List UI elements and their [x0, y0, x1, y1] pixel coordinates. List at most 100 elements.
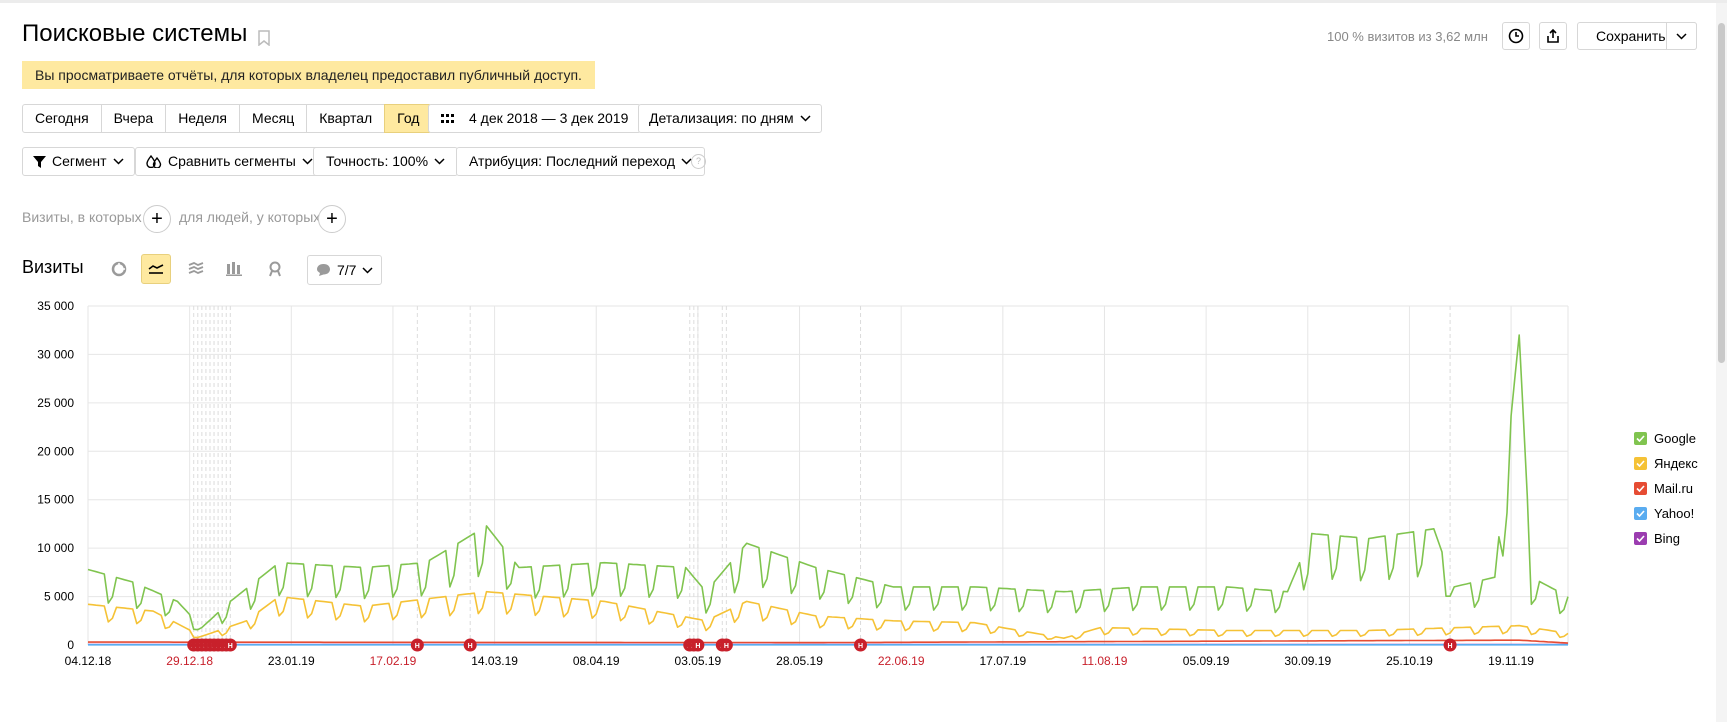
scrollbar-thumb[interactable] [1718, 23, 1725, 363]
holiday-marker-letter: H [1448, 643, 1453, 650]
chevron-down-icon [302, 158, 313, 165]
x-tick-label: 28.05.19 [776, 654, 823, 668]
segment-label: Сегмент [52, 153, 107, 169]
period-today[interactable]: Сегодня [22, 104, 102, 133]
accuracy-dropdown[interactable]: Точность: 100% [313, 147, 459, 176]
save-options-button[interactable] [1666, 22, 1697, 50]
people-condition-label: для людей, у которых [179, 209, 321, 225]
legend-label: Mail.ru [1654, 481, 1694, 496]
x-tick-label: 03.05.19 [675, 654, 722, 668]
period-week[interactable]: Неделя [165, 104, 241, 133]
y-tick-label: 30 000 [37, 347, 74, 361]
holiday-marker-letter: H [724, 643, 729, 650]
attribution-dropdown[interactable]: Атрибуция: Последний переход [456, 147, 706, 176]
share-button[interactable] [1539, 22, 1567, 50]
segment-dropdown[interactable]: Сегмент [22, 147, 135, 176]
line-chart-button[interactable] [141, 254, 171, 284]
x-tick-label: 11.08.19 [1082, 654, 1128, 668]
checkbox-icon [1634, 482, 1647, 495]
period-yesterday[interactable]: Вчера [100, 104, 167, 133]
x-tick-label: 30.09.19 [1284, 654, 1331, 668]
calendar-grid-icon [441, 113, 454, 123]
visits-line-chart: 35 000 30 000 25 000 20 000 15 000 10 000 5 00… [37, 299, 1569, 668]
plus-icon: + [151, 207, 163, 230]
bar-chart-icon [226, 262, 242, 276]
x-tick-label: 14.03.19 [471, 654, 518, 668]
accuracy-label: Точность: 100% [326, 153, 429, 169]
x-tick-label: 23.01.19 [268, 654, 315, 668]
legend-item-yahoo[interactable]: Yahoo! [1634, 501, 1698, 526]
holiday-marker-letter: H [858, 643, 863, 650]
series-line-mailru [88, 639, 1569, 644]
chevron-down-icon [113, 158, 124, 165]
annotations-dropdown[interactable]: 7/7 [307, 255, 383, 285]
y-tick-label: 0 [67, 638, 74, 652]
legend-label: Bing [1654, 531, 1681, 546]
legend-label: Yahoo! [1654, 506, 1695, 521]
help-icon[interactable]: ? [691, 154, 706, 169]
history-button[interactable] [1502, 22, 1530, 50]
chevron-down-icon [362, 266, 373, 274]
map-icon [269, 261, 281, 277]
detail-dropdown[interactable]: Детализация: по дням [638, 104, 822, 133]
y-tick-label: 5 000 [44, 590, 74, 604]
checkbox-icon [1634, 507, 1647, 520]
legend-item-bing[interactable]: Bing [1634, 526, 1698, 551]
period-selector: Сегодня Вчера Неделя Месяц Квартал Год [22, 104, 433, 133]
series-line- [87, 590, 1569, 641]
period-quarter[interactable]: Квартал [306, 104, 386, 133]
checkbox-icon [1634, 532, 1647, 545]
y-tick-label: 15 000 [37, 493, 74, 507]
chevron-down-icon [434, 158, 445, 165]
share-icon [1547, 28, 1559, 43]
add-people-condition-button[interactable]: + [318, 205, 346, 233]
drops-icon [146, 155, 162, 168]
x-tick-label: 08.04.19 [573, 654, 620, 668]
y-tick-label: 20 000 [37, 444, 74, 458]
chart-legend: Google Яндекс Mail.ru Yahoo! Bing [1634, 426, 1698, 551]
bookmark-icon[interactable] [258, 30, 270, 46]
chart-section-title: Визиты [22, 257, 84, 277]
checkbox-icon [1634, 457, 1647, 470]
legend-item-google[interactable]: Google [1634, 426, 1698, 451]
area-chart-icon [188, 262, 204, 274]
page-title: Поисковые системы [22, 20, 248, 47]
top-border [0, 0, 1727, 3]
date-range-picker[interactable]: 4 дек 2018 — 3 дек 2019 [428, 104, 642, 133]
pie-chart-button[interactable] [104, 254, 134, 284]
x-tick-label: 05.09.19 [1183, 654, 1230, 668]
x-tick-label: 22.06.19 [878, 654, 925, 668]
save-label: Сохранить [1596, 28, 1666, 44]
map-chart-button[interactable] [260, 254, 290, 284]
funnel-icon [33, 155, 46, 168]
plus-icon: + [326, 207, 338, 230]
visits-share-text: 100 % визитов из 3,62 млн [1327, 29, 1488, 44]
chevron-down-icon [1676, 32, 1687, 40]
clock-icon [1508, 28, 1524, 44]
date-range-label: 4 дек 2018 — 3 дек 2019 [469, 110, 629, 126]
comment-icon [317, 264, 330, 276]
x-tick-label: 17.07.19 [979, 654, 1026, 668]
holiday-marker-letter: H [228, 643, 233, 650]
checkbox-icon [1634, 432, 1647, 445]
x-tick-label: 19.11.19 [1488, 654, 1534, 668]
holiday-marker-letter: H [695, 643, 700, 650]
compare-segments-dropdown[interactable]: Сравнить сегменты [135, 147, 324, 176]
y-tick-label: 25 000 [37, 396, 74, 410]
period-year[interactable]: Год [384, 104, 433, 133]
legend-label: Google [1654, 431, 1696, 446]
area-chart-button[interactable] [181, 254, 211, 284]
add-visits-condition-button[interactable]: + [143, 205, 171, 233]
chevron-down-icon [800, 115, 811, 122]
legend-label: Яндекс [1654, 456, 1698, 471]
compare-label: Сравнить сегменты [168, 153, 296, 169]
period-month[interactable]: Месяц [239, 104, 308, 133]
x-tick-label: 29.12.18 [166, 654, 213, 668]
y-tick-label: 35 000 [37, 299, 74, 313]
annotations-count: 7/7 [337, 261, 357, 278]
y-tick-label: 10 000 [37, 541, 74, 555]
page-scrollbar[interactable] [1716, 3, 1727, 722]
legend-item-yandex[interactable]: Яндекс [1634, 451, 1698, 476]
bar-chart-button[interactable] [219, 254, 249, 284]
legend-item-mailru[interactable]: Mail.ru [1634, 476, 1698, 501]
